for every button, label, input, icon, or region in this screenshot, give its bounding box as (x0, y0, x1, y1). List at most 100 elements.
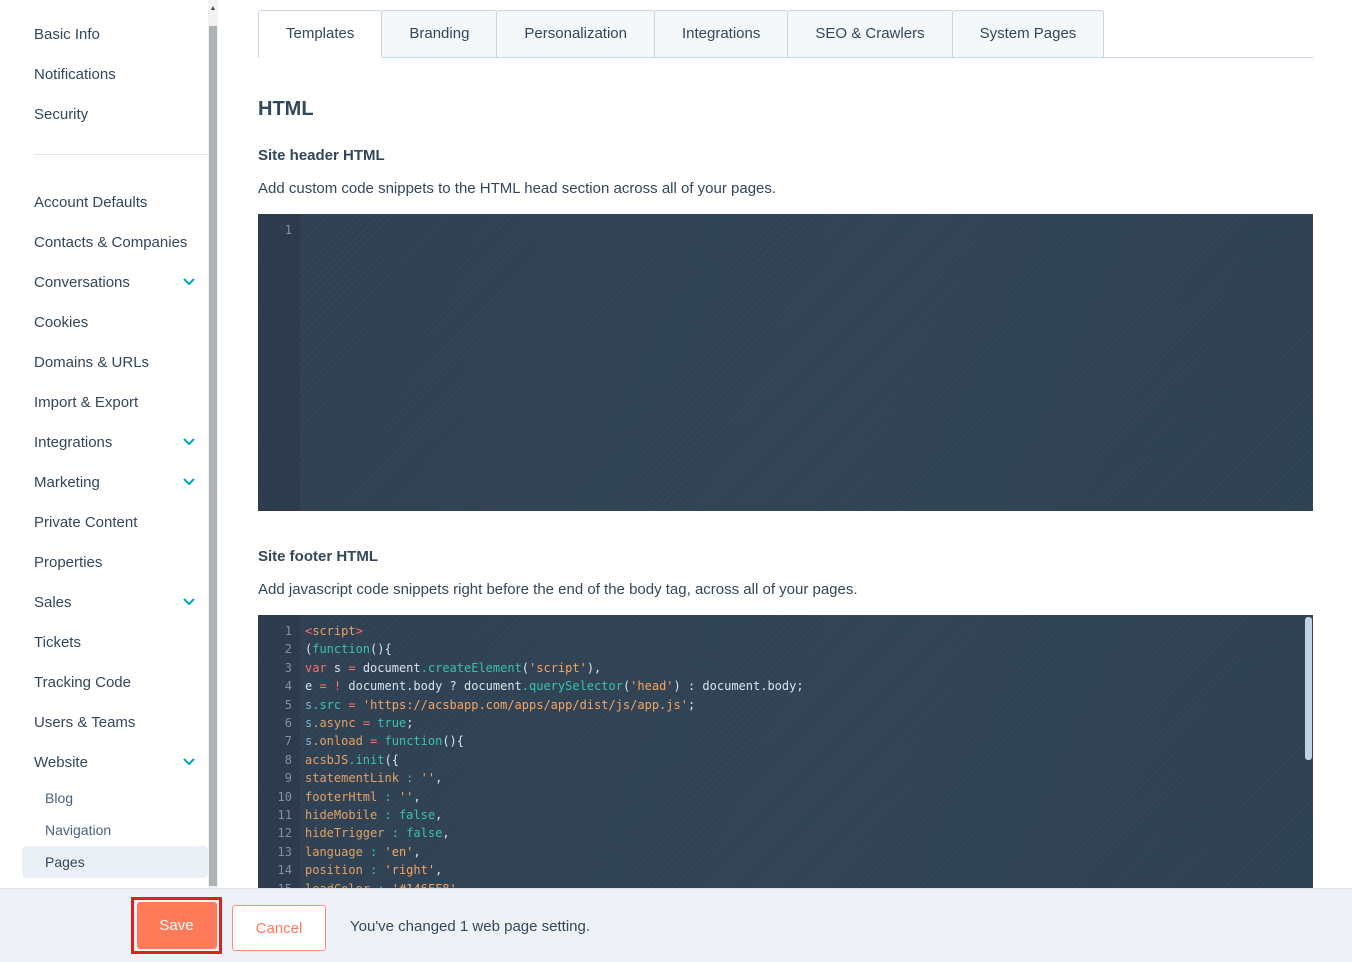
code-line: 3var s = document.createElement('script'… (258, 659, 1313, 677)
chevron-down-icon (183, 758, 195, 766)
code-text: (function(){ (300, 640, 392, 658)
editor-lines: 1 (258, 214, 1313, 239)
sidebar-scrollbar[interactable]: ▲ (208, 0, 218, 888)
sidebar-item-sales[interactable]: Sales (0, 582, 208, 622)
code-text: <script> (300, 622, 363, 640)
chevron-down-icon (183, 278, 195, 286)
sidebar-item-tickets[interactable]: Tickets (0, 622, 208, 662)
sidebar-item-contacts-companies[interactable]: Contacts & Companies (0, 222, 208, 262)
settings-sidebar: Basic Info Notifications Security Account D… (0, 0, 208, 888)
site-footer-html-description: Add javascript code snippets right befor… (258, 581, 1313, 598)
line-number: 7 (258, 732, 300, 750)
sidebar-item-label: Users & Teams (34, 714, 135, 731)
code-text: var s = document.createElement('script')… (300, 659, 601, 677)
sidebar-item-website[interactable]: Website (0, 742, 208, 782)
line-number: 13 (258, 843, 300, 861)
code-text: footerHtml : '', (300, 788, 421, 806)
save-button[interactable]: Save (137, 902, 217, 949)
sidebar-item-domains-urls[interactable]: Domains & URLs (0, 342, 208, 382)
tab-seo-crawlers[interactable]: SEO & Crawlers (787, 10, 952, 58)
sidebar-item-label: Integrations (34, 434, 112, 451)
sidebar-item-label: Blog (45, 790, 73, 806)
code-text: s.onload = function(){ (300, 732, 464, 750)
code-text: hideTrigger : false, (300, 824, 450, 842)
code-text: statementLink : '', (300, 769, 442, 787)
sidebar-item-marketing[interactable]: Marketing (0, 462, 208, 502)
scroll-up-icon[interactable]: ▲ (208, 0, 218, 16)
sidebar-item-integrations[interactable]: Integrations (0, 422, 208, 462)
line-number: 6 (258, 714, 300, 732)
action-bar: Save Cancel You've changed 1 web page se… (0, 888, 1352, 962)
sidebar-item-navigation[interactable]: Navigation (22, 814, 208, 846)
site-header-html-section: Site header HTML Add custom code snippet… (258, 147, 1313, 511)
code-line: 1 (258, 221, 1313, 239)
sidebar-item-label: Private Content (34, 514, 137, 531)
code-line: 12hideTrigger : false, (258, 824, 1313, 842)
line-number: 8 (258, 751, 300, 769)
tab-integrations[interactable]: Integrations (654, 10, 788, 58)
code-text: s.async = true; (300, 714, 413, 732)
sidebar-item-tracking-code[interactable]: Tracking Code (0, 662, 208, 702)
settings-content: TemplatesBrandingPersonalizationIntegrat… (258, 0, 1313, 889)
line-number: 9 (258, 769, 300, 787)
sidebar-item-security[interactable]: Security (0, 94, 208, 134)
sidebar-item-label: Notifications (34, 66, 116, 83)
sidebar-item-users-teams[interactable]: Users & Teams (0, 702, 208, 742)
line-number: 2 (258, 640, 300, 658)
editor-gutter (258, 214, 300, 511)
sidebar-item-label: Contacts & Companies (34, 234, 187, 251)
sidebar-item-private-content[interactable]: Private Content (0, 502, 208, 542)
sidebar-item-cookies[interactable]: Cookies (0, 302, 208, 342)
cancel-button[interactable]: Cancel (232, 905, 326, 951)
sidebar-item-basic-info[interactable]: Basic Info (0, 14, 208, 54)
code-line: 9statementLink : '', (258, 769, 1313, 787)
tab-branding[interactable]: Branding (381, 10, 497, 58)
site-header-html-description: Add custom code snippets to the HTML hea… (258, 180, 1313, 197)
code-line: 6s.async = true; (258, 714, 1313, 732)
line-number: 14 (258, 861, 300, 879)
sidebar-item-conversations[interactable]: Conversations (0, 262, 208, 302)
line-number: 4 (258, 677, 300, 695)
site-footer-html-editor[interactable]: 1<script>2(function(){3var s = document.… (258, 615, 1313, 889)
editor-scrollbar-thumb[interactable] (1305, 617, 1312, 760)
site-header-html-editor[interactable]: 1 (258, 214, 1313, 511)
sidebar-item-label: Website (34, 754, 88, 771)
line-number: 5 (258, 696, 300, 714)
page-title: HTML (258, 98, 1313, 121)
code-line: 2(function(){ (258, 640, 1313, 658)
sidebar-scrollbar-thumb[interactable] (209, 26, 217, 886)
sidebar-item-pages[interactable]: Pages (22, 846, 208, 878)
code-line: 1<script> (258, 622, 1313, 640)
code-text: e = ! document.body ? document.querySele… (300, 677, 804, 695)
sidebar-item-import-export[interactable]: Import & Export (0, 382, 208, 422)
unsaved-changes-status: You've changed 1 web page setting. (350, 889, 590, 962)
chevron-down-icon (183, 438, 195, 446)
settings-tabs: TemplatesBrandingPersonalizationIntegrat… (258, 10, 1313, 58)
sidebar-item-account-defaults[interactable]: Account Defaults (0, 182, 208, 222)
sidebar-nav: Basic Info Notifications Security Account D… (0, 14, 208, 878)
sidebar-item-label: Import & Export (34, 394, 138, 411)
code-line: 14position : 'right', (258, 861, 1313, 879)
code-text: hideMobile : false, (300, 806, 442, 824)
tab-system-pages[interactable]: System Pages (952, 10, 1105, 58)
code-text (300, 221, 305, 239)
line-number: 1 (258, 622, 300, 640)
code-line: 13language : 'en', (258, 843, 1313, 861)
click-annotation: Save (131, 897, 222, 954)
tab-personalization[interactable]: Personalization (496, 10, 655, 58)
sidebar-item-label: Pages (45, 854, 85, 870)
sidebar-item-label: Cookies (34, 314, 88, 331)
code-line: 4e = ! document.body ? document.querySel… (258, 677, 1313, 695)
sidebar-item-blog[interactable]: Blog (22, 782, 208, 814)
editor-lines: 1<script>2(function(){3var s = document.… (258, 615, 1313, 889)
site-footer-html-heading: Site footer HTML (258, 548, 1313, 565)
tab-templates[interactable]: Templates (258, 10, 382, 58)
sidebar-divider (34, 154, 208, 155)
sidebar-item-notifications[interactable]: Notifications (0, 54, 208, 94)
sidebar-item-properties[interactable]: Properties (0, 542, 208, 582)
sidebar-item-label: Marketing (34, 474, 100, 491)
sidebar-item-label: Domains & URLs (34, 354, 149, 371)
chevron-down-icon (183, 598, 195, 606)
code-text: acsbJS.init({ (300, 751, 399, 769)
sidebar-item-label: Tracking Code (34, 674, 131, 691)
